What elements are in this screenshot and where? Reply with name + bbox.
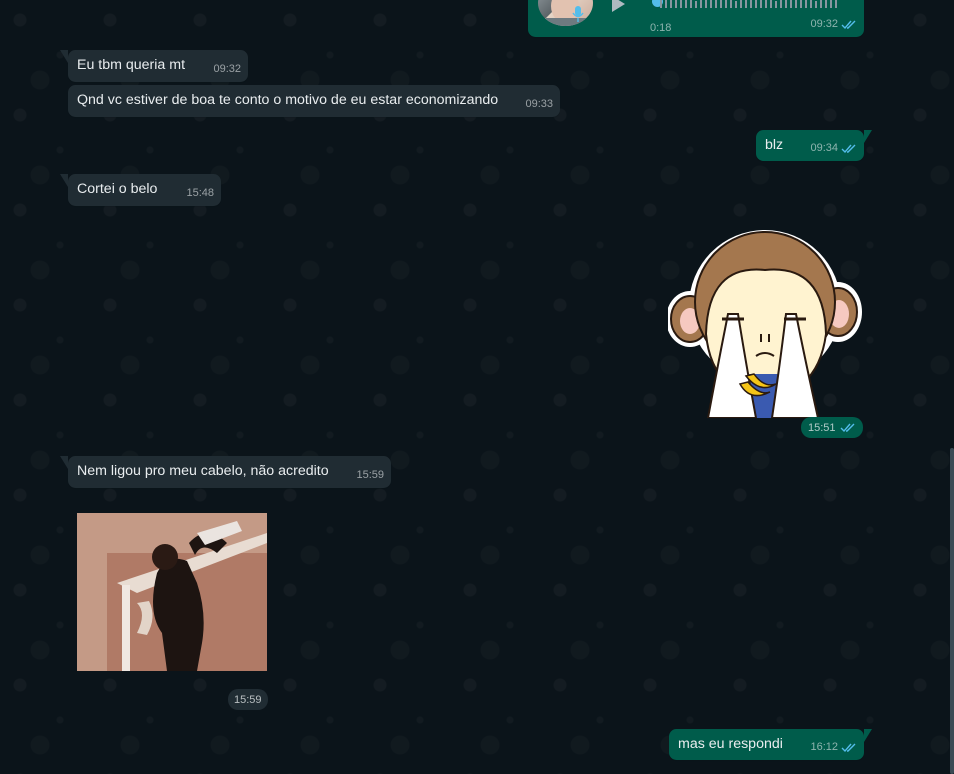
video-thumbnail[interactable] [77, 513, 267, 671]
message-time: 15:51 [808, 421, 836, 434]
message-meta: 15:48 [186, 184, 214, 203]
message-text: Nem ligou pro meu cabelo, não acredito [77, 463, 329, 479]
play-icon[interactable] [612, 0, 625, 12]
message-bubble-incoming[interactable]: Qnd vc estiver de boa te conto o motivo … [68, 85, 560, 117]
waveform[interactable] [660, 0, 840, 8]
message-bubble-outgoing[interactable]: mas eu respondi 16:12 [669, 729, 872, 760]
message-bubble-incoming[interactable]: Cortei o belo 15:48 [60, 174, 221, 206]
message-text: Cortei o belo [77, 181, 158, 197]
message-time: 09:33 [525, 98, 553, 110]
message-meta: 09:32 [810, 15, 857, 34]
message-time: 15:59 [356, 469, 384, 481]
message-time: 15:59 [234, 693, 262, 706]
message-text: Eu tbm queria mt [77, 57, 186, 73]
message-meta: 09:33 [525, 95, 553, 114]
video-meta: 15:59 [228, 689, 268, 710]
crying-monkey-sticker[interactable] [668, 224, 862, 418]
message-meta: 09:32 [213, 60, 241, 79]
message-time: 09:32 [810, 18, 838, 30]
avatar [538, 0, 593, 26]
double-check-icon [841, 20, 856, 30]
message-time: 15:48 [186, 187, 214, 199]
message-text: Qnd vc estiver de boa te conto o motivo … [77, 92, 499, 108]
mic-icon [572, 6, 584, 22]
message-text: blz [765, 137, 784, 153]
message-text: mas eu respondi [678, 736, 783, 752]
double-check-icon [840, 423, 855, 433]
voice-duration: 0:18 [650, 22, 672, 34]
message-bubble-outgoing[interactable]: blz 09:34 [756, 130, 872, 161]
voice-message-bubble[interactable]: 0:18 09:32 [528, 0, 864, 37]
message-time: 16:12 [810, 741, 838, 753]
sticker-meta: 15:51 [801, 417, 863, 438]
message-meta: 16:12 [810, 738, 857, 757]
message-bubble-incoming[interactable]: Nem ligou pro meu cabelo, não acredito 1… [60, 456, 391, 488]
double-check-icon [841, 144, 856, 154]
message-meta: 09:34 [810, 139, 857, 158]
message-meta: 15:59 [356, 466, 384, 485]
scrollbar[interactable] [950, 448, 954, 774]
double-check-icon [841, 743, 856, 753]
message-time: 09:34 [810, 142, 838, 154]
message-bubble-incoming[interactable]: Eu tbm queria mt 09:32 [60, 50, 248, 82]
message-time: 09:32 [213, 63, 241, 75]
